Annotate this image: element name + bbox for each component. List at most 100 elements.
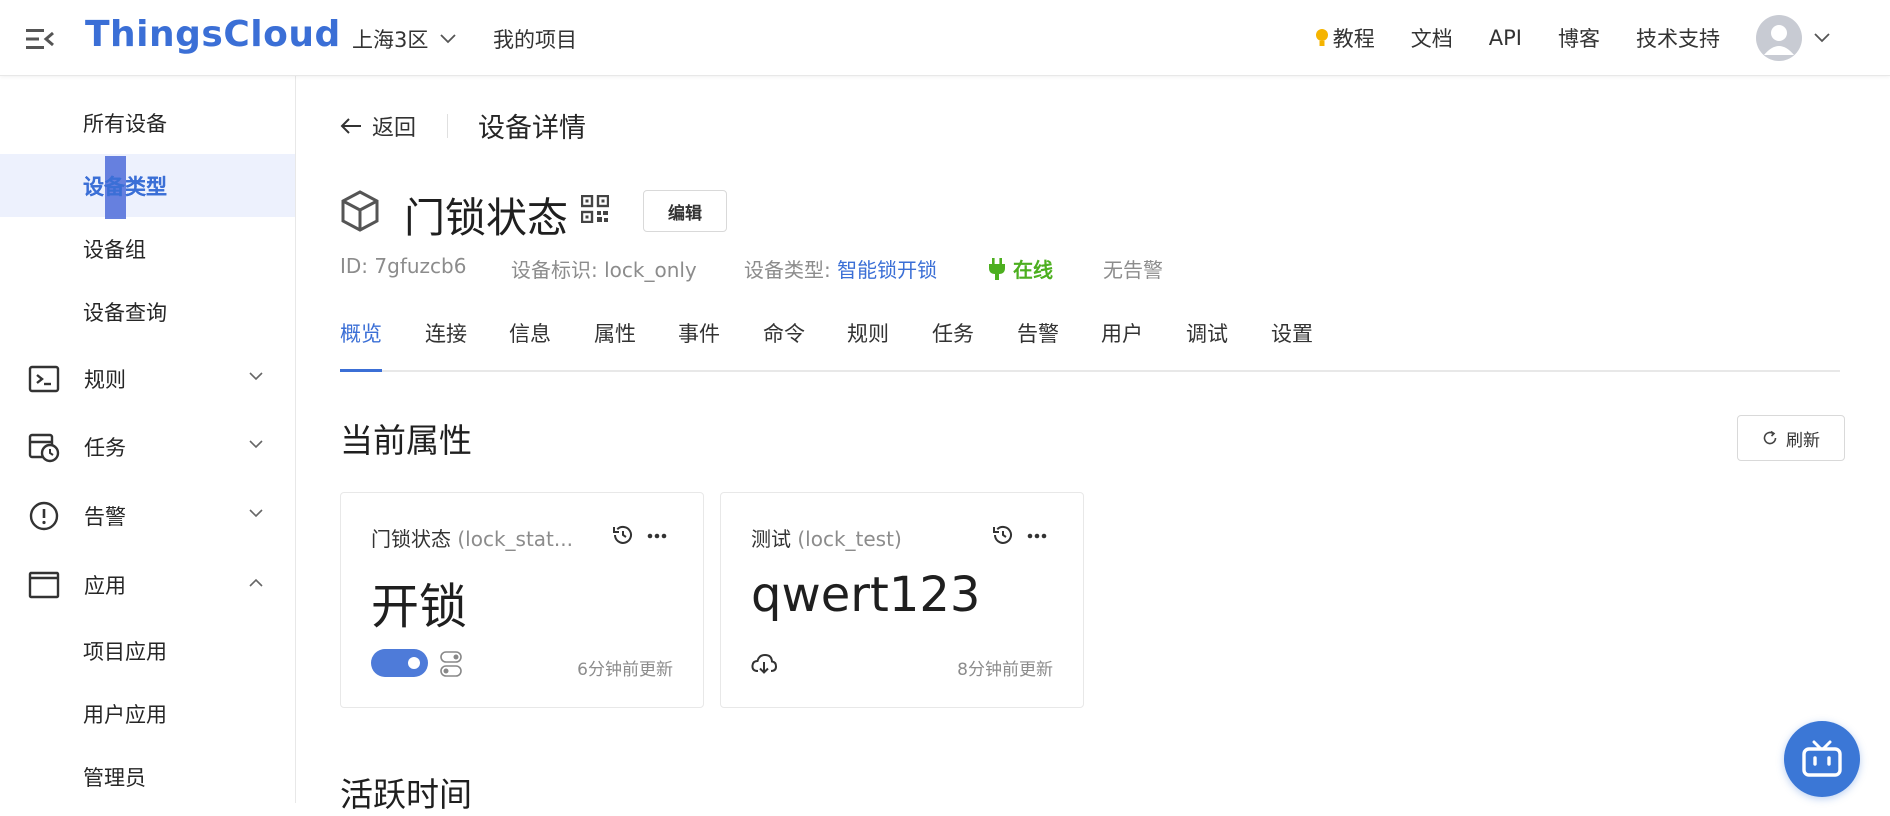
my-projects-link[interactable]: 我的项目 <box>493 24 577 54</box>
refresh-button[interactable]: 刷新 <box>1737 415 1845 461</box>
region-selector[interactable]: 上海3区 <box>352 24 457 54</box>
sidebar-group-label: 应用 <box>84 574 126 598</box>
device-tabs: 概览 连接 信息 属性 事件 命令 规则 任务 告警 用户 调试 设置 <box>340 308 1840 372</box>
sidebar-group-label: 告警 <box>84 505 126 529</box>
lightbulb-icon <box>1315 29 1328 46</box>
attribute-label: 测试 <box>751 527 791 551</box>
device-id: ID: 7gfuzcb6 <box>340 254 467 278</box>
history-icon[interactable] <box>991 523 1015 547</box>
user-icon <box>1764 25 1794 55</box>
more-icon[interactable] <box>1027 533 1047 539</box>
alert-circle-icon <box>29 501 59 531</box>
sidebar-group-label: 规则 <box>84 368 126 392</box>
device-identifier: 设备标识: lock_only <box>511 258 697 282</box>
sidebar-item-user-apps[interactable]: 用户应用 <box>0 682 295 745</box>
sidebar-group-rules[interactable]: 规则 <box>0 346 295 412</box>
support-link[interactable]: 技术支持 <box>1636 23 1720 53</box>
cube-icon <box>341 190 379 232</box>
attribute-card: 测试 (lock_test) qwert123 8分钟前更新 <box>720 492 1084 708</box>
chevron-down-icon[interactable] <box>1814 33 1830 43</box>
attribute-updated-time: 6分钟前更新 <box>577 660 673 680</box>
page-title: 设备详情 <box>478 113 586 144</box>
active-time-title: 活跃时间 <box>340 775 472 814</box>
chevron-down-icon <box>249 372 263 381</box>
chevron-down-icon <box>249 509 263 518</box>
sidebar-item-device-types-label: 设备类型 <box>83 174 167 199</box>
current-attributes-title: 当前属性 <box>340 421 472 460</box>
avatar[interactable] <box>1756 15 1802 61</box>
main-content: 返回 设备详情 门锁状态 编辑 ID: 7gfuzcb6 设备标识: lock_… <box>296 76 1890 814</box>
arrow-left-icon <box>340 118 361 134</box>
sidebar-item-admin[interactable]: 管理员 <box>0 745 295 808</box>
chevron-up-icon <box>249 578 263 587</box>
history-icon[interactable] <box>611 523 635 547</box>
sidebar-item-device-groups[interactable]: 设备组 <box>0 217 295 280</box>
refresh-label: 刷新 <box>1786 430 1820 451</box>
device-type-link[interactable]: 智能锁开锁 <box>837 258 937 282</box>
attribute-name: 测试 (lock_test) <box>751 523 902 552</box>
cloud-download-icon[interactable] <box>751 653 777 675</box>
calendar-clock-icon <box>28 433 60 463</box>
top-nav: 教程 文档 API 博客 技术支持 <box>1315 15 1830 61</box>
attribute-value: qwert123 <box>751 567 981 623</box>
sidebar: 所有设备 设备类型 设备类型 设备组 设备查询 规则 任务 <box>0 76 296 803</box>
tab-events[interactable]: 事件 <box>678 318 720 370</box>
tab-commands[interactable]: 命令 <box>763 318 805 370</box>
edit-button[interactable]: 编辑 <box>643 190 727 232</box>
toggle-settings-icon[interactable] <box>440 651 462 677</box>
attribute-key: (lock_test) <box>797 527 902 551</box>
tab-connection[interactable]: 连接 <box>425 318 467 370</box>
logo[interactable]: ThingsCloud <box>85 14 341 55</box>
chevron-down-icon <box>440 34 457 44</box>
tab-info[interactable]: 信息 <box>509 318 551 370</box>
docs-link[interactable]: 文档 <box>1411 23 1453 53</box>
device-type-label: 设备类型: <box>744 258 838 282</box>
tab-users[interactable]: 用户 <box>1101 318 1143 370</box>
terminal-icon <box>28 365 60 393</box>
tutorial-link[interactable]: 教程 <box>1315 23 1375 53</box>
sidebar-item-device-query[interactable]: 设备查询 <box>0 280 295 343</box>
sidebar-item-project-apps[interactable]: 项目应用 <box>0 619 295 682</box>
robot-tv-icon <box>1802 740 1842 777</box>
tab-attributes[interactable]: 属性 <box>594 318 636 370</box>
attribute-key: (lock_stat... <box>457 527 573 551</box>
back-button[interactable]: 返回 <box>340 110 416 142</box>
sidebar-group-apps[interactable]: 应用 <box>0 552 295 618</box>
attribute-label: 门锁状态 <box>371 527 451 551</box>
tab-overview[interactable]: 概览 <box>340 318 382 372</box>
attribute-toggle-switch[interactable] <box>371 649 428 677</box>
region-label: 上海3区 <box>352 28 429 52</box>
device-type: 设备类型: 智能锁开锁 <box>744 254 937 283</box>
device-name: 门锁状态 <box>404 194 568 242</box>
sidebar-group-alarms[interactable]: 告警 <box>0 483 295 549</box>
tutorial-label: 教程 <box>1332 27 1375 51</box>
more-icon[interactable] <box>647 533 667 539</box>
tab-tasks[interactable]: 任务 <box>932 318 974 370</box>
refresh-icon <box>1763 430 1777 445</box>
tab-alarms[interactable]: 告警 <box>1017 318 1059 370</box>
attribute-name: 门锁状态 (lock_stat... <box>371 523 573 552</box>
chevron-down-icon <box>249 440 263 449</box>
plug-icon <box>989 257 1005 280</box>
sidebar-item-all-devices[interactable]: 所有设备 <box>0 91 295 154</box>
tab-debug[interactable]: 调试 <box>1186 318 1228 370</box>
tab-rules[interactable]: 规则 <box>847 318 889 370</box>
attribute-updated-time: 8分钟前更新 <box>957 660 1053 680</box>
sidebar-group-label: 任务 <box>84 436 126 460</box>
api-link[interactable]: API <box>1489 26 1522 50</box>
back-label: 返回 <box>372 116 417 141</box>
breadcrumb-divider <box>447 114 448 138</box>
attribute-card: 门锁状态 (lock_stat... 开锁 6分钟前更新 <box>340 492 704 708</box>
alarm-status: 无告警 <box>1103 258 1163 282</box>
tab-settings[interactable]: 设置 <box>1271 318 1313 370</box>
sidebar-group-tasks[interactable]: 任务 <box>0 414 295 480</box>
support-chat-button[interactable] <box>1784 721 1860 797</box>
blog-link[interactable]: 博客 <box>1558 23 1600 53</box>
attribute-value: 开锁 <box>371 579 468 635</box>
menu-collapse-icon[interactable] <box>26 28 54 50</box>
qrcode-icon[interactable] <box>581 195 609 223</box>
top-bar: ThingsCloud 上海3区 我的项目 教程 文档 API 博客 技术支持 <box>0 0 1890 76</box>
online-status: 在线 <box>989 254 1053 283</box>
window-icon <box>28 571 60 599</box>
online-status-label: 在线 <box>1013 258 1053 282</box>
